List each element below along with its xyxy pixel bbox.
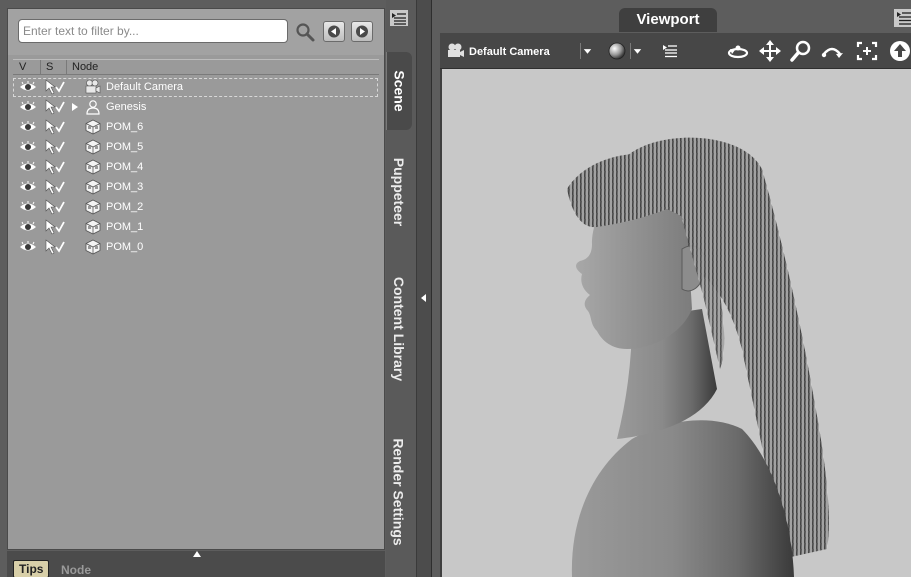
home-view-icon[interactable] — [888, 40, 911, 62]
figure-icon — [85, 99, 101, 115]
selectable-icon[interactable] — [45, 179, 65, 195]
tab-render-settings[interactable]: Render Settings — [386, 418, 412, 566]
collapse-arrow-icon[interactable] — [193, 551, 201, 557]
tree-row[interactable]: POM_6 — [13, 117, 379, 137]
eye-icon[interactable] — [19, 200, 37, 214]
node-label: POM_4 — [106, 161, 144, 173]
tab-content-library[interactable]: Content Library — [386, 256, 412, 402]
node-label: Genesis — [106, 101, 147, 113]
chevron-down-icon[interactable] — [630, 43, 644, 59]
prop-icon — [85, 239, 101, 255]
viewport: Default Camera — [440, 33, 911, 577]
tree-row[interactable]: POM_4 — [13, 157, 379, 177]
prop-icon — [85, 199, 101, 215]
tab-node[interactable]: Node — [61, 563, 91, 577]
draw-style-icon[interactable] — [608, 42, 626, 60]
node-label: POM_0 — [106, 241, 144, 253]
arrow-left-icon — [328, 25, 340, 38]
column-node[interactable]: Node — [72, 61, 98, 73]
selectable-icon[interactable] — [45, 199, 65, 215]
camera-icon — [448, 43, 464, 57]
figure-render — [567, 137, 829, 577]
viewport-canvas[interactable] — [442, 69, 911, 577]
selectable-icon[interactable] — [45, 219, 65, 235]
pan-icon[interactable] — [758, 40, 782, 62]
next-match-button[interactable] — [351, 21, 373, 42]
search-icon[interactable] — [294, 21, 316, 43]
selectable-icon[interactable] — [45, 99, 65, 115]
eye-icon[interactable] — [19, 80, 37, 94]
column-selectable[interactable]: S — [46, 61, 53, 73]
node-label: Default Camera — [106, 81, 184, 93]
node-label: POM_1 — [106, 221, 144, 233]
prop-icon — [85, 139, 101, 155]
tree-row[interactable]: Default Camera — [13, 77, 379, 97]
eye-icon[interactable] — [19, 180, 37, 194]
eye-icon[interactable] — [19, 140, 37, 154]
tab-scene[interactable]: Scene — [386, 52, 412, 130]
tree-row[interactable]: POM_0 — [13, 237, 379, 257]
selection-outline — [13, 78, 378, 97]
selectable-icon[interactable] — [45, 139, 65, 155]
prop-icon — [85, 179, 101, 195]
roll-icon[interactable] — [820, 40, 844, 62]
node-label: POM_5 — [106, 141, 144, 153]
eye-icon[interactable] — [19, 120, 37, 134]
pane-menu-icon[interactable] — [390, 10, 408, 26]
selectable-icon[interactable] — [45, 159, 65, 175]
node-label: POM_6 — [106, 121, 144, 133]
side-tab-bar: Scene Puppeteer Content Library Render S… — [386, 0, 416, 577]
node-label: POM_3 — [106, 181, 144, 193]
viewport-toolbar: Default Camera — [440, 33, 911, 69]
filter-bar — [8, 9, 384, 55]
zoom-icon[interactable] — [789, 40, 813, 62]
column-visible[interactable]: V — [19, 61, 26, 73]
prop-icon — [85, 219, 101, 235]
tab-tips[interactable]: Tips — [13, 560, 50, 577]
tree-row[interactable]: POM_2 — [13, 197, 379, 217]
chevron-down-icon[interactable] — [580, 43, 594, 59]
eye-icon[interactable] — [19, 160, 37, 174]
tab-viewport[interactable]: Viewport — [619, 8, 717, 32]
node-label: POM_2 — [106, 201, 144, 213]
tree-row[interactable]: POM_1 — [13, 217, 379, 237]
collapse-left-icon[interactable] — [421, 294, 426, 302]
viewport-pane-menu-icon[interactable] — [894, 9, 911, 27]
arrow-right-icon — [356, 25, 368, 38]
selectable-icon[interactable] — [45, 119, 65, 135]
viewport-options-icon[interactable] — [662, 44, 678, 58]
scene-tree: Default Camera Genesis POM_6 POM_5 POM_4 POM_… — [13, 77, 379, 257]
bottom-tab-bar: Tips Node — [7, 551, 385, 577]
scene-pane: V S Node Default Camera Genesis POM_6 POM_5… — [0, 0, 386, 577]
eye-icon[interactable] — [19, 100, 37, 114]
tree-row[interactable]: POM_3 — [13, 177, 379, 197]
eye-icon[interactable] — [19, 220, 37, 234]
camera-selector[interactable]: Default Camera — [469, 46, 550, 58]
viewport-pane: Viewport Default Camera — [432, 0, 911, 577]
tree-column-header: V S Node — [13, 59, 379, 75]
frame-icon[interactable] — [855, 40, 879, 62]
pane-splitter[interactable] — [416, 0, 432, 577]
orbit-icon[interactable] — [726, 40, 750, 62]
selectable-icon[interactable] — [45, 79, 65, 95]
tree-row[interactable]: POM_5 — [13, 137, 379, 157]
scene-panel: V S Node Default Camera Genesis POM_6 POM_5… — [7, 8, 385, 550]
expand-arrow-icon[interactable] — [71, 103, 79, 111]
eye-icon[interactable] — [19, 240, 37, 254]
selectable-icon[interactable] — [45, 239, 65, 255]
tree-row[interactable]: Genesis — [13, 97, 379, 117]
prop-icon — [85, 159, 101, 175]
filter-input[interactable] — [18, 19, 288, 43]
previous-match-button[interactable] — [323, 21, 345, 42]
prop-icon — [85, 119, 101, 135]
tab-puppeteer[interactable]: Puppeteer — [386, 140, 412, 244]
camera-icon — [85, 79, 101, 95]
